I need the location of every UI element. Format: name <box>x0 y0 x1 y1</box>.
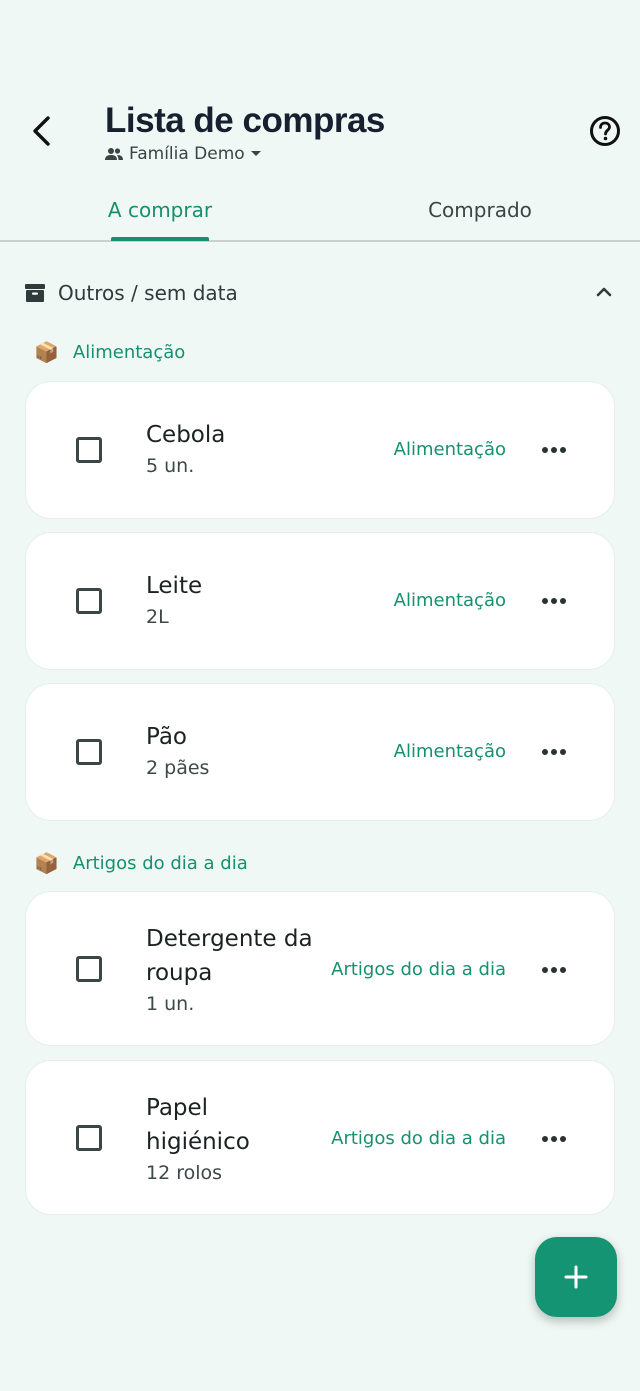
item-text: Papel higiénico 12 rolos <box>146 1091 316 1187</box>
chevron-up-icon[interactable] <box>594 282 614 302</box>
item-quantity: 5 un. <box>146 455 195 477</box>
item-category: Artigos do dia a dia <box>331 959 506 980</box>
item-text: Detergente da roupa 1 un. <box>146 922 336 1018</box>
tab-bar: A comprar Comprado <box>0 180 640 242</box>
item-quantity: 2L <box>146 606 169 628</box>
list-item[interactable]: Pão 2 pães Alimentação <box>25 683 615 821</box>
item-name: Cebola <box>146 422 226 448</box>
item-checkbox[interactable] <box>76 956 102 982</box>
item-name: Detergente da roupa <box>146 926 313 986</box>
back-button[interactable] <box>22 111 62 151</box>
archive-icon <box>25 284 45 302</box>
package-icon: 📦 <box>34 851 59 875</box>
item-name: Pão <box>146 724 188 750</box>
help-button[interactable] <box>587 113 623 149</box>
item-category: Artigos do dia a dia <box>331 1128 506 1149</box>
item-more-button[interactable] <box>536 435 572 465</box>
item-more-button[interactable] <box>536 586 572 616</box>
item-quantity: 1 un. <box>146 993 195 1015</box>
group-label-daily: 📦 Artigos do dia a dia <box>34 851 248 875</box>
item-name: Papel higiénico <box>146 1095 250 1155</box>
item-checkbox[interactable] <box>76 588 102 614</box>
more-horizontal-icon <box>542 1136 566 1142</box>
item-checkbox[interactable] <box>76 739 102 765</box>
item-text: Leite 2L <box>146 569 202 631</box>
family-selector[interactable]: Família Demo <box>105 142 385 166</box>
tab-purchased[interactable]: Comprado <box>320 180 640 240</box>
item-checkbox[interactable] <box>76 1125 102 1151</box>
page-title: Lista de compras <box>105 101 385 140</box>
list-item[interactable]: Papel higiénico 12 rolos Artigos do dia … <box>25 1060 615 1215</box>
group-title: Alimentação <box>72 341 186 363</box>
item-category: Alimentação <box>393 439 506 460</box>
shopping-list-screen: Lista de compras Família Demo A comprar … <box>0 0 640 1391</box>
more-horizontal-icon <box>542 447 566 453</box>
item-category: Alimentação <box>393 590 506 611</box>
group-label-food: 📦 Alimentação <box>34 340 185 364</box>
family-name: Família Demo <box>129 144 245 164</box>
plus-icon <box>564 1265 588 1289</box>
item-quantity: 12 rolos <box>146 1162 223 1184</box>
section-header[interactable]: Outros / sem data <box>24 276 616 310</box>
more-horizontal-icon <box>542 749 566 755</box>
caret-down-icon <box>250 151 261 156</box>
people-icon <box>105 148 123 160</box>
package-icon: 📦 <box>34 340 59 364</box>
more-horizontal-icon <box>542 967 566 973</box>
item-checkbox[interactable] <box>76 437 102 463</box>
tab-to-buy[interactable]: A comprar <box>0 180 320 240</box>
item-category: Alimentação <box>393 741 506 762</box>
item-name: Leite <box>146 573 203 599</box>
item-text: Cebola 5 un. <box>146 418 225 480</box>
list-item[interactable]: Leite 2L Alimentação <box>25 532 615 670</box>
active-tab-indicator <box>111 237 209 241</box>
title-block: Lista de compras Família Demo <box>105 100 385 166</box>
item-more-button[interactable] <box>536 737 572 767</box>
more-horizontal-icon <box>542 598 566 604</box>
list-item[interactable]: Cebola 5 un. Alimentação <box>25 381 615 519</box>
arrow-left-icon <box>33 116 50 146</box>
list-item[interactable]: Detergente da roupa 1 un. Artigos do dia… <box>25 891 615 1046</box>
item-more-button[interactable] <box>536 1124 572 1154</box>
item-text: Pão 2 pães <box>146 720 209 782</box>
help-circle-icon <box>590 116 620 146</box>
add-item-button[interactable] <box>535 1237 617 1317</box>
item-quantity: 2 pães <box>146 757 210 779</box>
group-title: Artigos do dia a dia <box>72 852 248 874</box>
section-title: Outros / sem data <box>58 281 238 305</box>
item-more-button[interactable] <box>536 955 572 985</box>
